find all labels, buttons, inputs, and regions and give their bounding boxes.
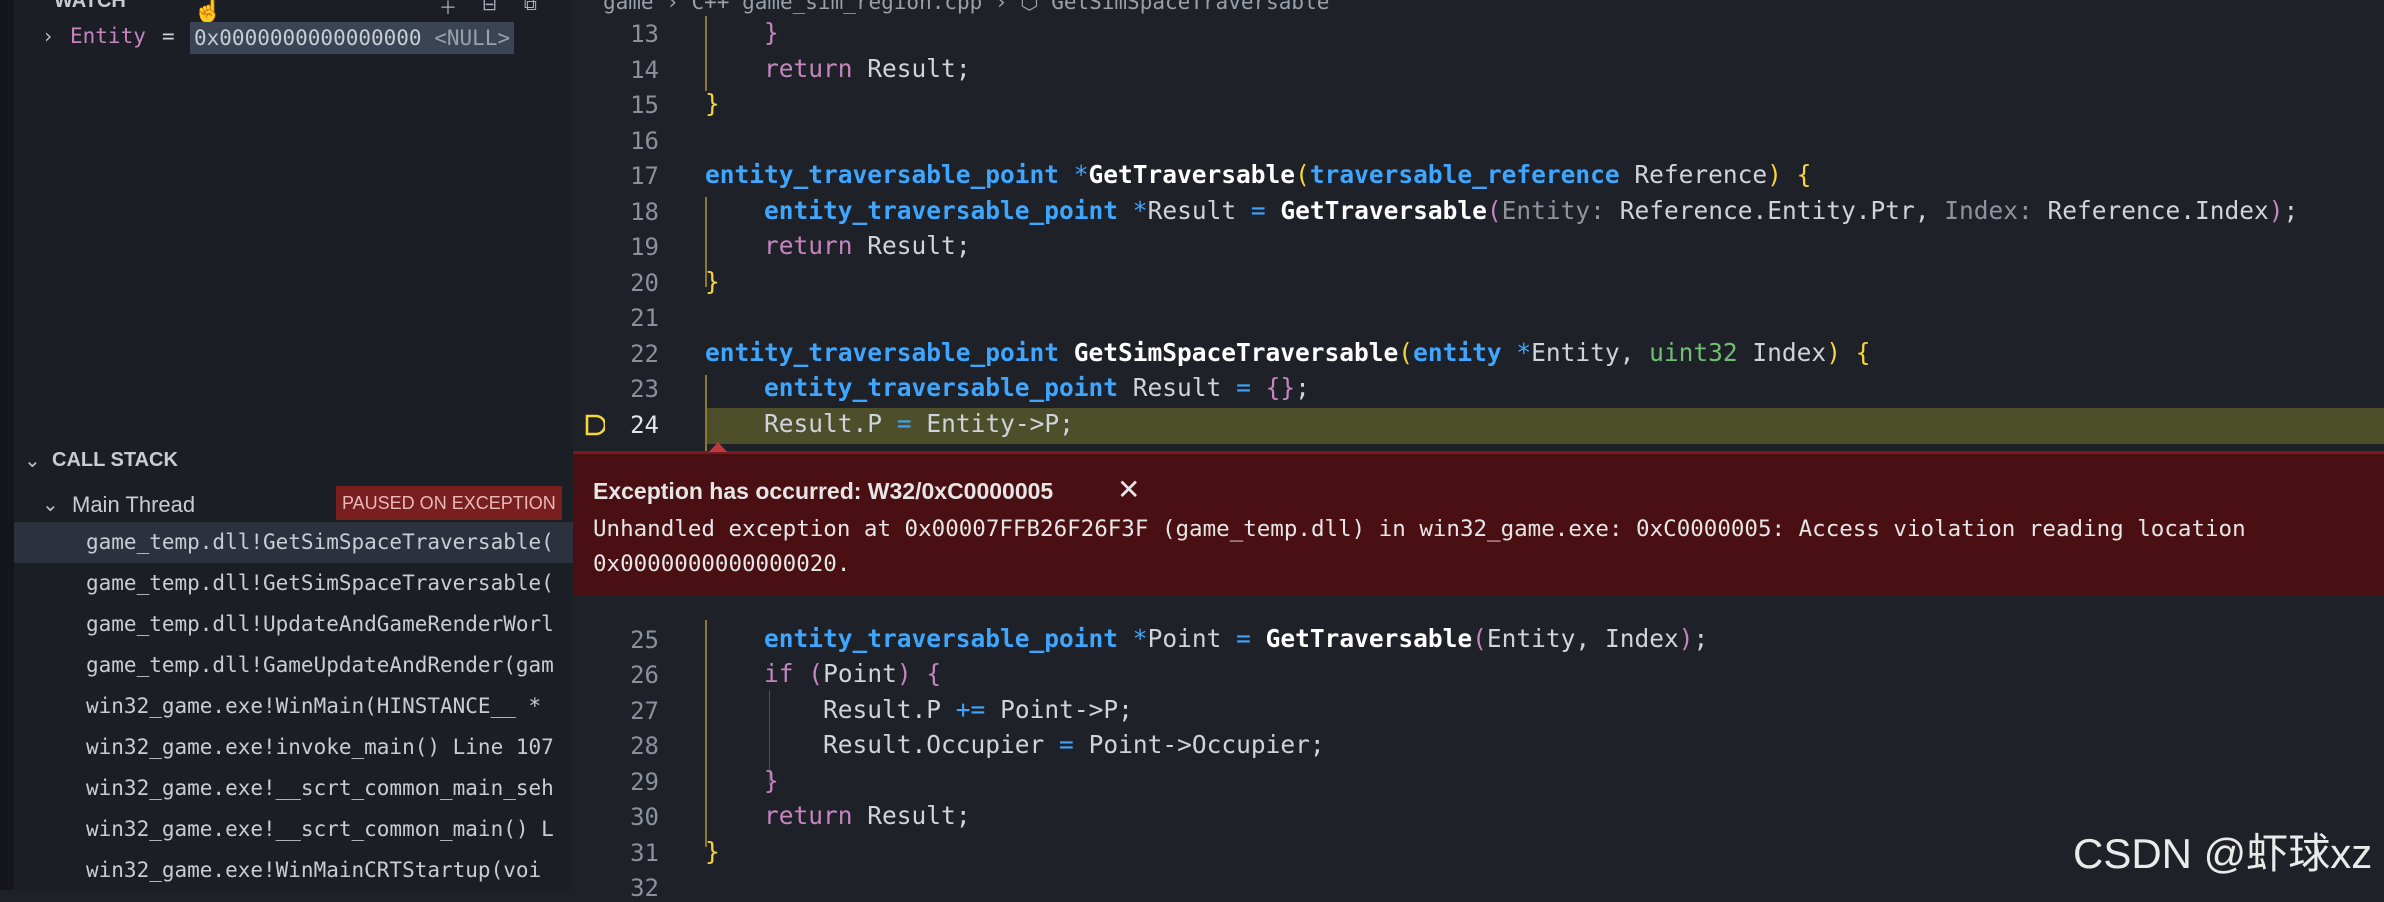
thread-row[interactable]: ⌄ Main Thread PAUSED ON EXCEPTION <box>14 486 573 522</box>
breadcrumb: game › C++ game_sim_region.cpp › ⬡ GetSi… <box>573 0 2384 16</box>
watch-expression-value[interactable]: 0x0000000000000000 <NULL> <box>190 22 515 54</box>
watch-title: WATCH <box>54 0 126 12</box>
code-editor[interactable]: game › C++ game_sim_region.cpp › ⬡ GetSi… <box>573 0 2384 902</box>
line-number: 19 <box>630 233 659 261</box>
stack-frame-label: game_temp.dll!GameUpdateAndRender(gam <box>86 653 554 677</box>
line-number: 31 <box>630 839 659 867</box>
stack-frame-label: win32_game.exe!WinMainCRTStartup(voi <box>86 858 542 882</box>
line-number: 18 <box>630 198 659 226</box>
stack-frame[interactable]: game_temp.dll!GetSimSpaceTraversable( <box>14 563 573 604</box>
stack-frame[interactable]: win32_game.exe!WinMain(HINSTANCE__ * <box>14 686 573 727</box>
code-line: return Result; <box>764 801 971 830</box>
stack-frame-label: game_temp.dll!GetSimSpaceTraversable( <box>86 571 554 595</box>
chevron-down-icon[interactable]: ⌄ <box>42 492 59 517</box>
line-number: 16 <box>630 127 659 155</box>
code-line: if (Point) { <box>764 659 942 688</box>
stack-frame[interactable]: game_temp.dll!UpdateAndGameRenderWorl <box>14 604 573 645</box>
close-icon[interactable]: ✕ <box>1117 473 1140 506</box>
watch-value-address: 0x0000000000000000 <box>194 26 422 50</box>
code-line: entity_traversable_point *GetTraversable… <box>705 160 1812 189</box>
code-line: Result.Occupier = Point->Occupier; <box>823 730 1325 759</box>
stack-frame-label: win32_game.exe!__scrt_common_main_seh <box>86 776 554 800</box>
stack-frame-label: win32_game.exe!invoke_main() Line 107 <box>86 735 554 759</box>
stack-frame[interactable]: game_temp.dll!GameUpdateAndRender(gam <box>14 645 573 686</box>
code-line: entity_traversable_point Result = {}; <box>764 373 1310 402</box>
code-line: entity_traversable_point *Result = GetTr… <box>764 196 2299 225</box>
watch-value-null: <NULL> <box>434 26 511 50</box>
code-line: Result.P += Point->P; <box>823 695 1133 724</box>
line-number: 28 <box>630 732 659 760</box>
exception-pointer <box>709 442 727 452</box>
watch-expression-name: Entity <box>70 24 146 48</box>
stack-frame-label: game_temp.dll!UpdateAndGameRenderWorl <box>86 612 554 636</box>
call-stack-section-header[interactable]: ⌄ CALL STACK <box>14 444 573 476</box>
line-number: 29 <box>630 768 659 796</box>
line-number: 32 <box>630 874 659 902</box>
code-line: } <box>705 89 720 118</box>
exception-title: Exception has occurred: W32/0xC0000005 <box>593 478 1054 504</box>
thread-label: Main Thread <box>72 492 196 517</box>
stack-frame-label: win32_game.exe!WinMain(HINSTANCE__ * <box>86 694 542 718</box>
exception-widget: Exception has occurred: W32/0xC0000005 ✕… <box>573 442 2384 596</box>
stack-frame[interactable]: game_temp.dll!GetSimSpaceTraversable( <box>14 522 573 563</box>
breakpoint-exception-icon[interactable] <box>585 414 605 436</box>
code-line: } <box>705 267 720 296</box>
code-line: return Result; <box>764 54 971 83</box>
code-line: entity_traversable_point *Point = GetTra… <box>764 624 1709 653</box>
chevron-down-icon[interactable]: ⌄ <box>24 448 41 473</box>
code-line: entity_traversable_point GetSimSpaceTrav… <box>705 338 1871 367</box>
line-number: 25 <box>630 626 659 654</box>
line-number: 21 <box>630 304 659 332</box>
code-line: } <box>764 18 779 47</box>
line-number: 23 <box>630 375 659 403</box>
line-number: 20 <box>630 269 659 297</box>
activity-bar <box>0 0 14 890</box>
stack-frame[interactable]: win32_game.exe!__scrt_common_main_seh <box>14 768 573 809</box>
status-badge: PAUSED ON EXCEPTION <box>336 486 562 520</box>
code-line: return Result; <box>764 231 971 260</box>
stack-frame[interactable]: win32_game.exe!invoke_main() Line 107 <box>14 727 573 768</box>
code-line: } <box>764 766 779 795</box>
chevron-right-icon[interactable]: › <box>42 24 54 48</box>
breadcrumb-path[interactable]: game › C++ game_sim_region.cpp › ⬡ GetSi… <box>603 0 1329 14</box>
exception-message: Unhandled exception at 0x00007FFB26F26F3… <box>593 516 2246 577</box>
stack-frame[interactable]: win32_game.exe!WinMainCRTStartup(voi <box>14 850 573 891</box>
code-line: } <box>705 837 720 866</box>
stack-frame[interactable]: win32_game.exe!__scrt_common_main() L <box>14 809 573 850</box>
watch-expression-row[interactable]: › Entity = 0x0000000000000000 <NULL> <box>14 22 573 54</box>
stack-frame-label: win32_game.exe!__scrt_common_main() L <box>86 817 554 841</box>
line-number: 13 <box>630 20 659 48</box>
line-number: 30 <box>630 803 659 831</box>
call-stack-title: CALL STACK <box>52 449 178 471</box>
copy-icon[interactable]: ⧉ <box>524 0 537 15</box>
line-number: 26 <box>630 661 659 689</box>
line-number: 17 <box>630 162 659 190</box>
stack-frame-label: game_temp.dll!GetSimSpaceTraversable( <box>86 530 554 554</box>
watermark: CSDN @虾球xz <box>2073 830 2373 877</box>
watch-section-header[interactable]: WATCH ＋ ⊟ ⧉ <box>14 0 573 16</box>
watch-expression-equals: = <box>162 24 175 48</box>
code-line-current: Result.P = Entity->P; <box>764 409 1074 438</box>
add-icon[interactable]: ＋ <box>439 0 457 16</box>
line-number: 14 <box>630 56 659 84</box>
line-number: 27 <box>630 697 659 725</box>
line-number: 15 <box>630 91 659 119</box>
collapse-icon[interactable]: ⊟ <box>482 0 497 15</box>
line-number: 22 <box>630 340 659 368</box>
debug-sidebar: WATCH ＋ ⊟ ⧉ ☝ › Entity = 0x0000000000000… <box>0 0 573 890</box>
